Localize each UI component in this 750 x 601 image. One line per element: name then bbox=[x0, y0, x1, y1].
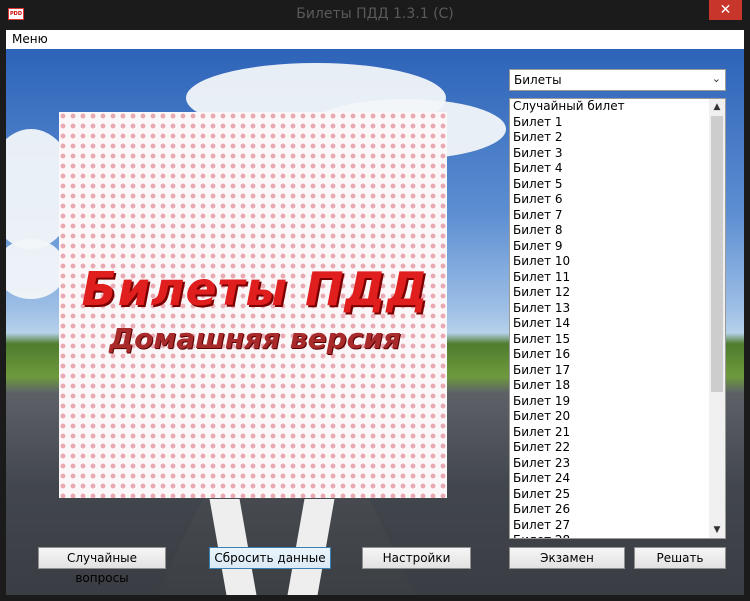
ticket-list-items: Случайный билет Билет 1 Билет 2 Билет 3 Биле… bbox=[510, 99, 710, 538]
main-content: Билеты ПДД Домашняя версия Билеты ⌄ Случ… bbox=[6, 49, 744, 595]
ticket-list-scrollbar[interactable]: ▲ ▼ bbox=[709, 99, 725, 538]
logo-title: Билеты ПДД bbox=[81, 262, 429, 316]
list-item[interactable]: Билет 11 bbox=[510, 270, 710, 286]
app-window: PDD Билеты ПДД 1.3.1 (C) ✕ Меню Билеты П… bbox=[0, 0, 750, 601]
list-item[interactable]: Билет 27 bbox=[510, 518, 710, 534]
random-questions-button[interactable]: Случайные вопросы bbox=[38, 547, 166, 585]
list-item[interactable]: Билет 28 bbox=[510, 533, 710, 538]
solve-button[interactable]: Решать bbox=[634, 547, 726, 569]
list-item[interactable]: Билет 26 bbox=[510, 502, 710, 518]
mode-select-value: Билеты bbox=[514, 73, 562, 87]
window-title: Билеты ПДД 1.3.1 (C) bbox=[296, 6, 454, 22]
list-item[interactable]: Билет 14 bbox=[510, 316, 710, 332]
list-item[interactable]: Билет 5 bbox=[510, 177, 710, 193]
list-item[interactable]: Билет 19 bbox=[510, 394, 710, 410]
list-item[interactable]: Билет 24 bbox=[510, 471, 710, 487]
list-item[interactable]: Билет 9 bbox=[510, 239, 710, 255]
menu-bar: Меню bbox=[6, 30, 744, 49]
list-item[interactable]: Билет 4 bbox=[510, 161, 710, 177]
logo-subtitle: Домашняя версия bbox=[109, 322, 401, 355]
background-cloud bbox=[6, 239, 66, 299]
list-item[interactable]: Билет 2 bbox=[510, 130, 710, 146]
list-item[interactable]: Билет 22 bbox=[510, 440, 710, 456]
logo-image: Билеты ПДД Домашняя версия bbox=[59, 112, 447, 498]
list-item[interactable]: Билет 15 bbox=[510, 332, 710, 348]
list-item[interactable]: Билет 1 bbox=[510, 115, 710, 131]
list-item[interactable]: Билет 3 bbox=[510, 146, 710, 162]
scroll-thumb[interactable] bbox=[711, 116, 723, 392]
list-item[interactable]: Билет 20 bbox=[510, 409, 710, 425]
list-item[interactable]: Билет 7 bbox=[510, 208, 710, 224]
title-bar[interactable]: PDD Билеты ПДД 1.3.1 (C) ✕ bbox=[0, 0, 750, 30]
list-item[interactable]: Случайный билет bbox=[510, 99, 710, 115]
ticket-list[interactable]: Случайный билет Билет 1 Билет 2 Билет 3 Биле… bbox=[509, 98, 726, 539]
exam-button[interactable]: Экзамен bbox=[509, 547, 625, 569]
close-button[interactable]: ✕ bbox=[709, 0, 742, 20]
list-item[interactable]: Билет 18 bbox=[510, 378, 710, 394]
list-item[interactable]: Билет 16 bbox=[510, 347, 710, 363]
list-item[interactable]: Билет 17 bbox=[510, 363, 710, 379]
mode-select[interactable]: Билеты ⌄ bbox=[509, 69, 726, 91]
settings-button[interactable]: Настройки bbox=[362, 547, 471, 569]
list-item[interactable]: Билет 12 bbox=[510, 285, 710, 301]
reset-data-button[interactable]: Сбросить данные bbox=[209, 547, 331, 569]
scroll-up-arrow-icon[interactable]: ▲ bbox=[709, 99, 725, 115]
scroll-down-arrow-icon[interactable]: ▼ bbox=[709, 522, 725, 538]
list-item[interactable]: Билет 23 bbox=[510, 456, 710, 472]
list-item[interactable]: Билет 13 bbox=[510, 301, 710, 317]
list-item[interactable]: Билет 10 bbox=[510, 254, 710, 270]
menu-item-main[interactable]: Меню bbox=[12, 32, 48, 46]
list-item[interactable]: Билет 6 bbox=[510, 192, 710, 208]
list-item[interactable]: Билет 8 bbox=[510, 223, 710, 239]
list-item[interactable]: Билет 25 bbox=[510, 487, 710, 503]
list-item[interactable]: Билет 21 bbox=[510, 425, 710, 441]
chevron-down-icon: ⌄ bbox=[711, 72, 721, 85]
